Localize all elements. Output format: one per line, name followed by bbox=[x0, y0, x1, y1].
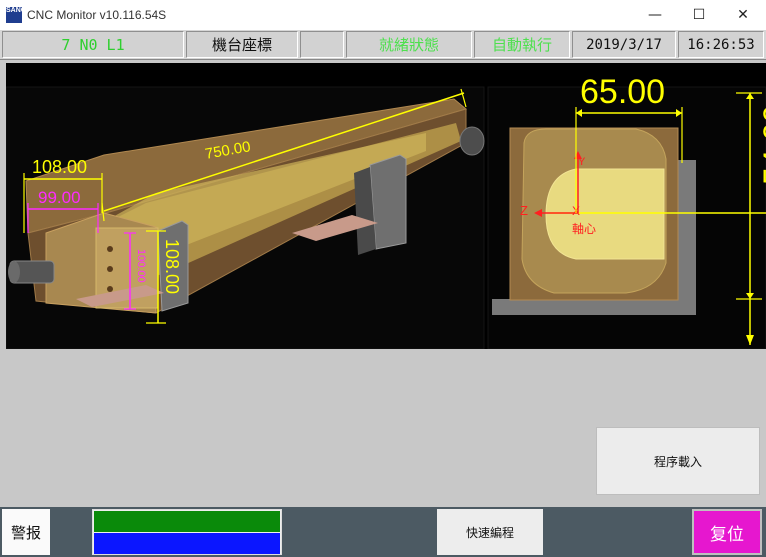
load-program-button[interactable]: 程序載入 bbox=[596, 427, 760, 495]
progress-bar-blue bbox=[94, 533, 280, 554]
current-time: 16:26:53 bbox=[678, 31, 764, 58]
progress-indicators bbox=[92, 509, 282, 555]
bottom-bar: 警报 快速編程 复位 bbox=[0, 507, 766, 557]
dim-small-label: 100.00 bbox=[135, 249, 147, 283]
program-indicator: 7 N0 L1 bbox=[2, 31, 184, 58]
axis-y-label: Y bbox=[578, 156, 586, 168]
app-logo-icon: SANG bbox=[6, 7, 26, 23]
run-mode: 自動執行 bbox=[474, 31, 570, 58]
window-title: CNC Monitor v10.116.54S bbox=[27, 8, 167, 22]
alarm-indicator[interactable]: 警报 bbox=[2, 509, 50, 555]
axis-z-label: Z bbox=[520, 203, 528, 218]
status-blank-cell bbox=[300, 31, 344, 58]
axis-center-label: 軸心 bbox=[572, 222, 596, 236]
maximize-icon: ☐ bbox=[692, 7, 706, 23]
dim-inner-width-label: 99.00 bbox=[38, 188, 81, 207]
cross-section-view: Y Z X 軸心 65.00 54.00 bbox=[487, 73, 766, 349]
window-title-bar: SANG CNC Monitor v10.116.54S — ☐ ✕ bbox=[0, 0, 766, 30]
close-icon: ✕ bbox=[737, 7, 749, 23]
status-bar: 7 N0 L1 機台座標 就緒狀態 自動執行 2019/3/17 16:26:5… bbox=[0, 30, 766, 59]
workpiece-viewport: 750.00 108.00 99.00 108.00 100.00 Y Z 軸心… bbox=[6, 63, 766, 349]
beam-3d-view: 750.00 108.00 99.00 108.00 100.00 bbox=[6, 86, 485, 349]
current-date: 2019/3/17 bbox=[572, 31, 676, 58]
app-logo-text: SANG bbox=[6, 7, 27, 14]
workpiece-drawing: 750.00 108.00 99.00 108.00 100.00 Y Z 軸心… bbox=[6, 73, 766, 349]
machine-state: 就緒狀態 bbox=[346, 31, 472, 58]
dim-width-label: 65.00 bbox=[580, 73, 665, 111]
coordinate-mode-button[interactable]: 機台座標 bbox=[186, 31, 298, 58]
dim-top-width-label: 108.00 bbox=[32, 157, 87, 177]
dim-height-label: 108.00 bbox=[162, 239, 182, 294]
main-panel: 750.00 108.00 99.00 108.00 100.00 Y Z 軸心… bbox=[0, 59, 766, 507]
dim-height-right-label: 54.00 bbox=[757, 105, 766, 185]
close-button[interactable]: ✕ bbox=[720, 0, 766, 30]
progress-bar-green bbox=[94, 511, 280, 532]
quick-program-button[interactable]: 快速編程 bbox=[437, 509, 543, 555]
minimize-button[interactable]: — bbox=[632, 0, 678, 30]
maximize-button[interactable]: ☐ bbox=[676, 0, 722, 30]
reset-button[interactable]: 复位 bbox=[692, 509, 762, 555]
minimize-icon: — bbox=[648, 7, 662, 23]
